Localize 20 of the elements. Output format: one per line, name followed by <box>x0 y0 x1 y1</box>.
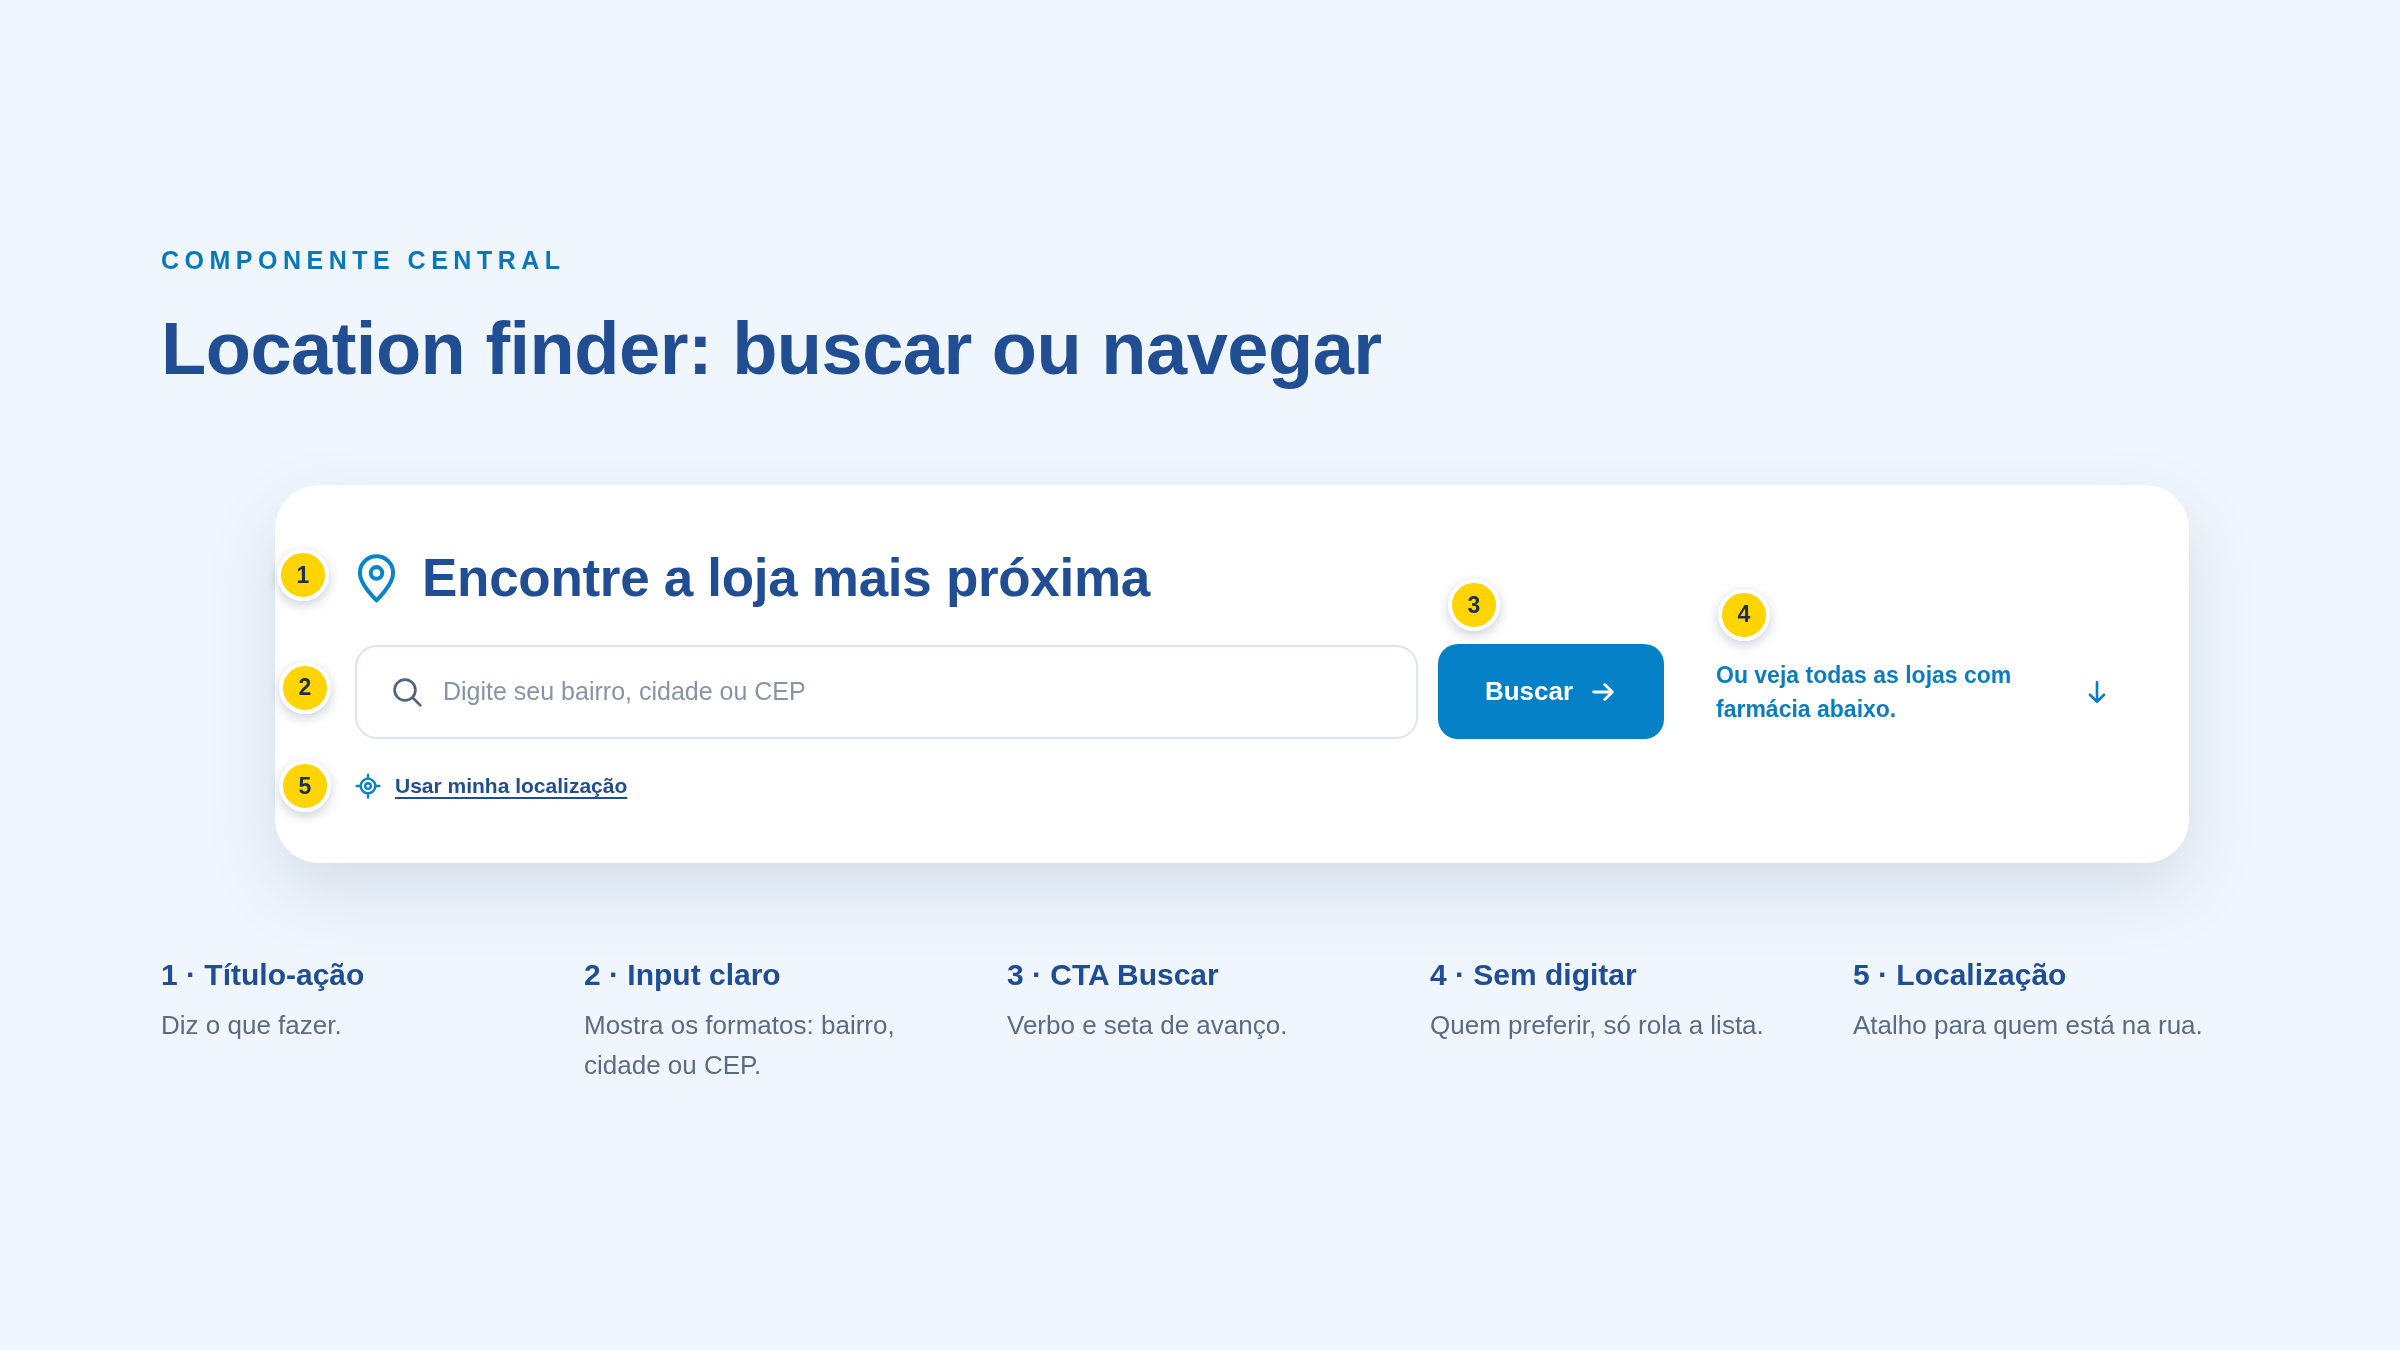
search-button[interactable]: Buscar <box>1438 644 1664 739</box>
note-heading: 5 · Localização <box>1853 957 2067 993</box>
search-field[interactable]: Digite seu bairro, cidade ou CEP <box>355 644 1418 739</box>
note-text: Diz o que fazer. <box>161 1009 342 1042</box>
browse-link[interactable]: Ou veja todas as lojas com farmácia abaixo. <box>1716 657 2110 726</box>
search-icon <box>391 675 423 708</box>
location-link[interactable]: Usar minha localização <box>355 771 628 801</box>
card-heading: Encontre a loja mais próxima <box>422 548 1150 608</box>
note-heading: 1 · Título-ação <box>161 957 365 993</box>
note-heading: 2 · Input claro <box>584 957 781 993</box>
note-heading: 3 · CTA Buscar <box>1007 957 1219 993</box>
note-text: Atalho para quem está na rua. <box>1853 1009 2203 1042</box>
note-text: Quem preferir, só rola a lista. <box>1430 1009 1764 1042</box>
section-label: COMPONENTE CENTRAL <box>161 245 566 275</box>
page-title: Location finder: buscar ou navegar <box>161 307 1382 391</box>
note-text: Mostra os formatos: bairro, cidade ou CEP. <box>584 1009 896 1082</box>
target-icon <box>355 773 381 799</box>
map-pin-icon <box>355 553 398 603</box>
note-heading: 4 · Sem digitar <box>1430 957 1637 993</box>
note-text: Verbo e seta de avanço. <box>1007 1009 1288 1042</box>
